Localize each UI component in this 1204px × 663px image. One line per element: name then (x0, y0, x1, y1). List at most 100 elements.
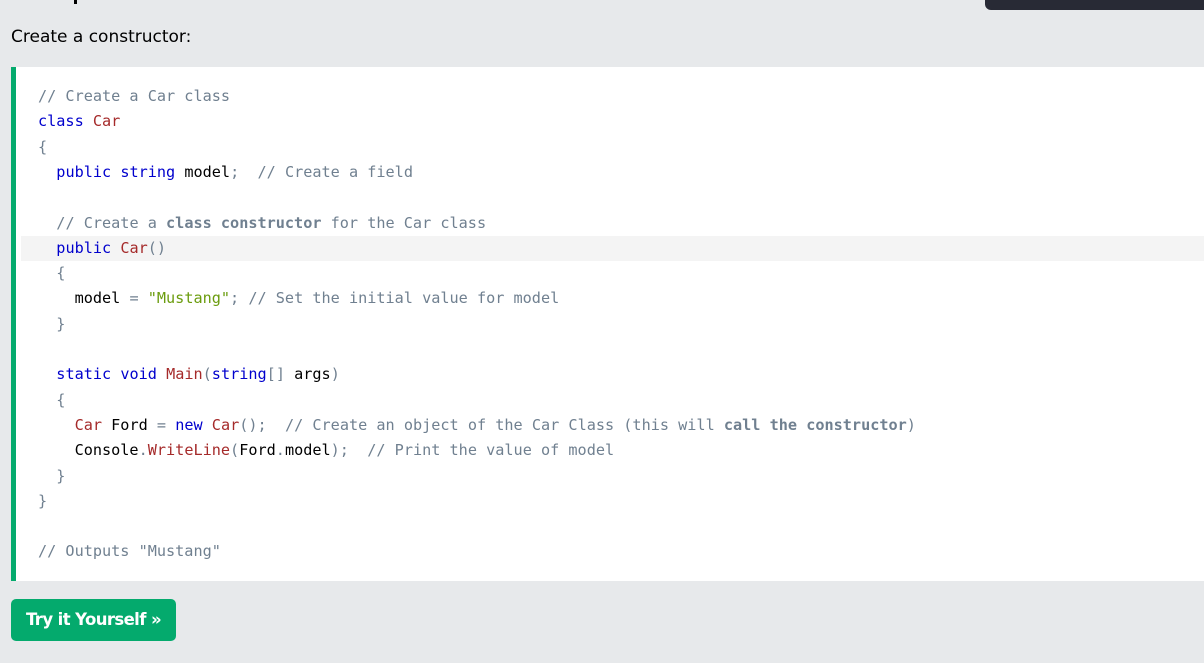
top-left-glyph-fragment (74, 0, 77, 4)
code-token: the (769, 415, 798, 434)
code-token: } (38, 491, 48, 510)
code-token: ; (230, 289, 240, 308)
code-token: Ford (102, 415, 157, 434)
code-token: Car (74, 415, 103, 434)
code-token: void (120, 365, 157, 384)
code-line: } (38, 312, 65, 337)
code-token: constructor (806, 415, 907, 434)
code-token: for the Car class (321, 213, 487, 232)
code-token: new (175, 415, 203, 434)
code-token: . (138, 441, 148, 460)
code-token: public (56, 162, 112, 181)
code-line: { (38, 388, 65, 413)
code-token: ); (330, 441, 349, 460)
code-line: Car Ford = new Car(); // Create an objec… (38, 413, 916, 438)
code-token: } (56, 314, 66, 333)
code-token: { (56, 264, 66, 283)
code-line: // Create a Car class (38, 84, 230, 109)
code-token: . (275, 441, 285, 460)
code-line: public Car() (38, 236, 166, 261)
code-token: static (56, 365, 112, 384)
code-token: ) (330, 365, 340, 384)
code-token: ) (906, 415, 916, 434)
code-line: // Create a class constructor for the Ca… (38, 211, 486, 236)
code-token: { (56, 390, 66, 409)
code-token: Ford (239, 441, 276, 460)
section-intro-text: Create a constructor: (11, 27, 192, 47)
code-token: ( (230, 441, 240, 460)
code-token: // Create a (56, 213, 167, 232)
code-line: public string model; // Create a field (38, 160, 413, 185)
code-token: args (284, 365, 331, 384)
code-line: } (38, 464, 65, 489)
top-bar-remnant (985, 0, 1204, 10)
code-token: Main (166, 365, 203, 384)
code-line: { (38, 135, 47, 160)
code-token: constructor (220, 213, 322, 232)
code-token: model (284, 441, 331, 460)
page: Create a constructor: // Create a Car cl… (0, 0, 1204, 663)
code-line-highlight (21, 236, 1204, 261)
code-token: WriteLine (147, 441, 231, 460)
code-token: // Create a field (257, 162, 413, 181)
code-token: Car (211, 415, 240, 434)
code-token: public (56, 238, 112, 257)
code-line: class Car (38, 109, 120, 134)
code-token: "Mustang" (147, 289, 231, 308)
code-token: = (156, 415, 167, 434)
code-token: = (129, 289, 139, 308)
code-token: ( (202, 365, 212, 384)
code-token: // Create a Car class (38, 87, 231, 105)
code-token: Console (38, 441, 139, 460)
code-token: // Set the initial value for model (248, 289, 560, 308)
code-token: class (38, 112, 84, 131)
code-token: } (56, 466, 66, 485)
code-token: model (175, 162, 231, 181)
code-token: { (38, 137, 48, 156)
code-token: call (723, 415, 761, 434)
code-line: { (38, 261, 65, 286)
code-example-box: // Create a Car class class Car{ public s… (11, 67, 1204, 581)
code-token: string (120, 162, 176, 181)
code-line: static void Main(string[] args) (38, 362, 340, 387)
code-token: ; (230, 162, 240, 181)
code-token: class (166, 213, 212, 232)
code-token: () (147, 238, 167, 257)
code-token: model (38, 289, 130, 308)
code-line: } (38, 489, 47, 514)
code-line: Console.WriteLine(Ford.model); // Print … (38, 438, 615, 463)
code-token: // Outputs "Mustang" (38, 542, 221, 561)
code-token: Car (92, 112, 121, 131)
try-it-yourself-button[interactable]: Try it Yourself » (11, 599, 176, 641)
code-token: string (211, 365, 267, 384)
code-token: Car (120, 238, 148, 257)
code-line: model = "Mustang"; // Set the initial va… (38, 286, 560, 311)
code-token: (); (239, 415, 267, 434)
code-line: // Outputs "Mustang" (38, 539, 221, 564)
code-token: // Create an object of the Car Class (th… (284, 415, 724, 434)
